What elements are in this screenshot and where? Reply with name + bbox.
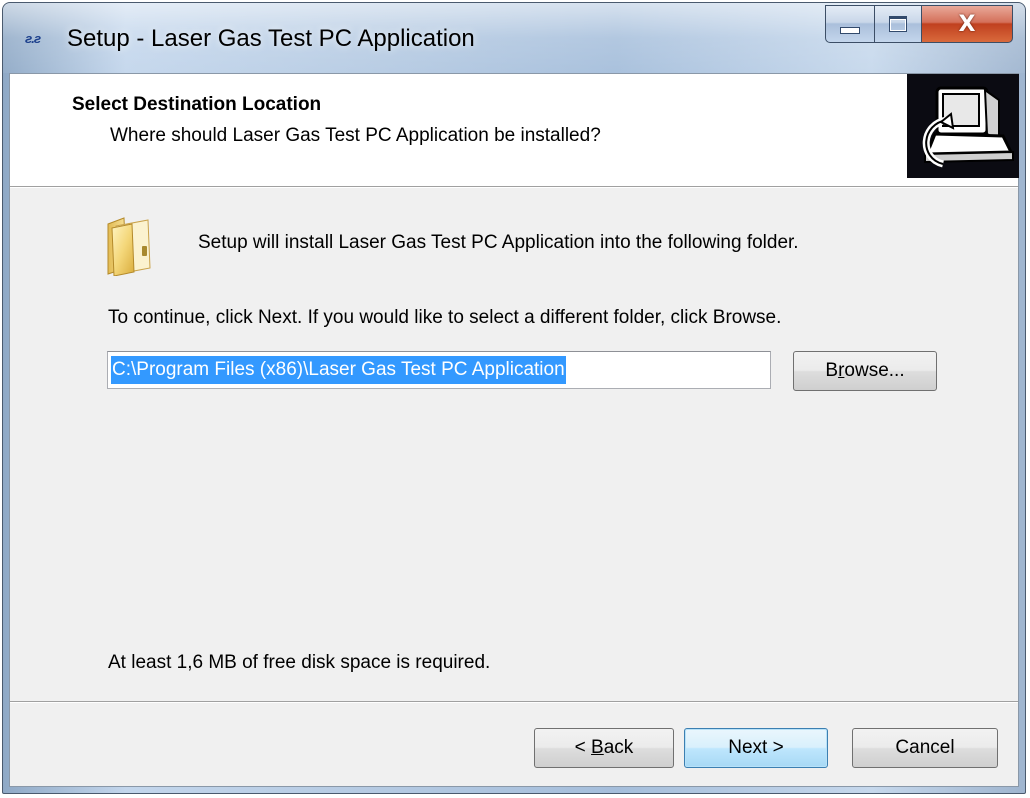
disk-space-requirement: At least 1,6 MB of free disk space is re…: [108, 652, 491, 673]
header-divider: [10, 187, 1018, 188]
window-title: Setup - Laser Gas Test PC Application: [67, 25, 475, 52]
computer-install-icon: [907, 74, 1019, 178]
install-info-text: Setup will install Laser Gas Test PC App…: [198, 232, 799, 253]
page-title: Select Destination Location: [72, 94, 322, 115]
footer-divider-highlight: [10, 702, 1018, 703]
page-subtitle: Where should Laser Gas Test PC Applicati…: [110, 125, 601, 146]
browse-label-pre: B: [825, 360, 839, 381]
back-label-pre: <: [574, 737, 592, 758]
close-button[interactable]: X: [921, 5, 1013, 43]
continue-instructions: To continue, click Next. If you would li…: [108, 307, 782, 328]
setup-window: ƨ.ƨ Setup - Laser Gas Test PC Applicatio…: [2, 2, 1026, 794]
browse-button[interactable]: Br owse...: [793, 351, 937, 391]
next-button[interactable]: Next >: [684, 728, 828, 768]
app-logo-icon[interactable]: ƨ.ƨ: [25, 31, 59, 47]
wizard-client-area: Select Destination Location Where should…: [9, 73, 1019, 787]
minimize-icon: [840, 26, 860, 34]
back-button[interactable]: < Back: [534, 728, 674, 768]
folder-icon: [107, 217, 151, 276]
wizard-header: Select Destination Location Where should…: [10, 74, 1019, 187]
destination-path-selected-text: C:\Program Files (x86)\Laser Gas Test PC…: [111, 356, 566, 384]
cancel-button[interactable]: Cancel: [852, 728, 998, 768]
browse-label-post: owse...: [844, 360, 905, 381]
maximize-button[interactable]: [874, 5, 922, 43]
maximize-icon: [889, 16, 907, 32]
close-icon: X: [958, 11, 976, 37]
minimize-button[interactable]: [825, 5, 875, 43]
back-label-post: ack: [603, 737, 634, 758]
destination-path-input[interactable]: C:\Program Files (x86)\Laser Gas Test PC…: [107, 351, 771, 389]
back-label-hotkey: B: [591, 737, 604, 758]
title-bar[interactable]: ƨ.ƨ Setup - Laser Gas Test PC Applicatio…: [3, 3, 1025, 73]
